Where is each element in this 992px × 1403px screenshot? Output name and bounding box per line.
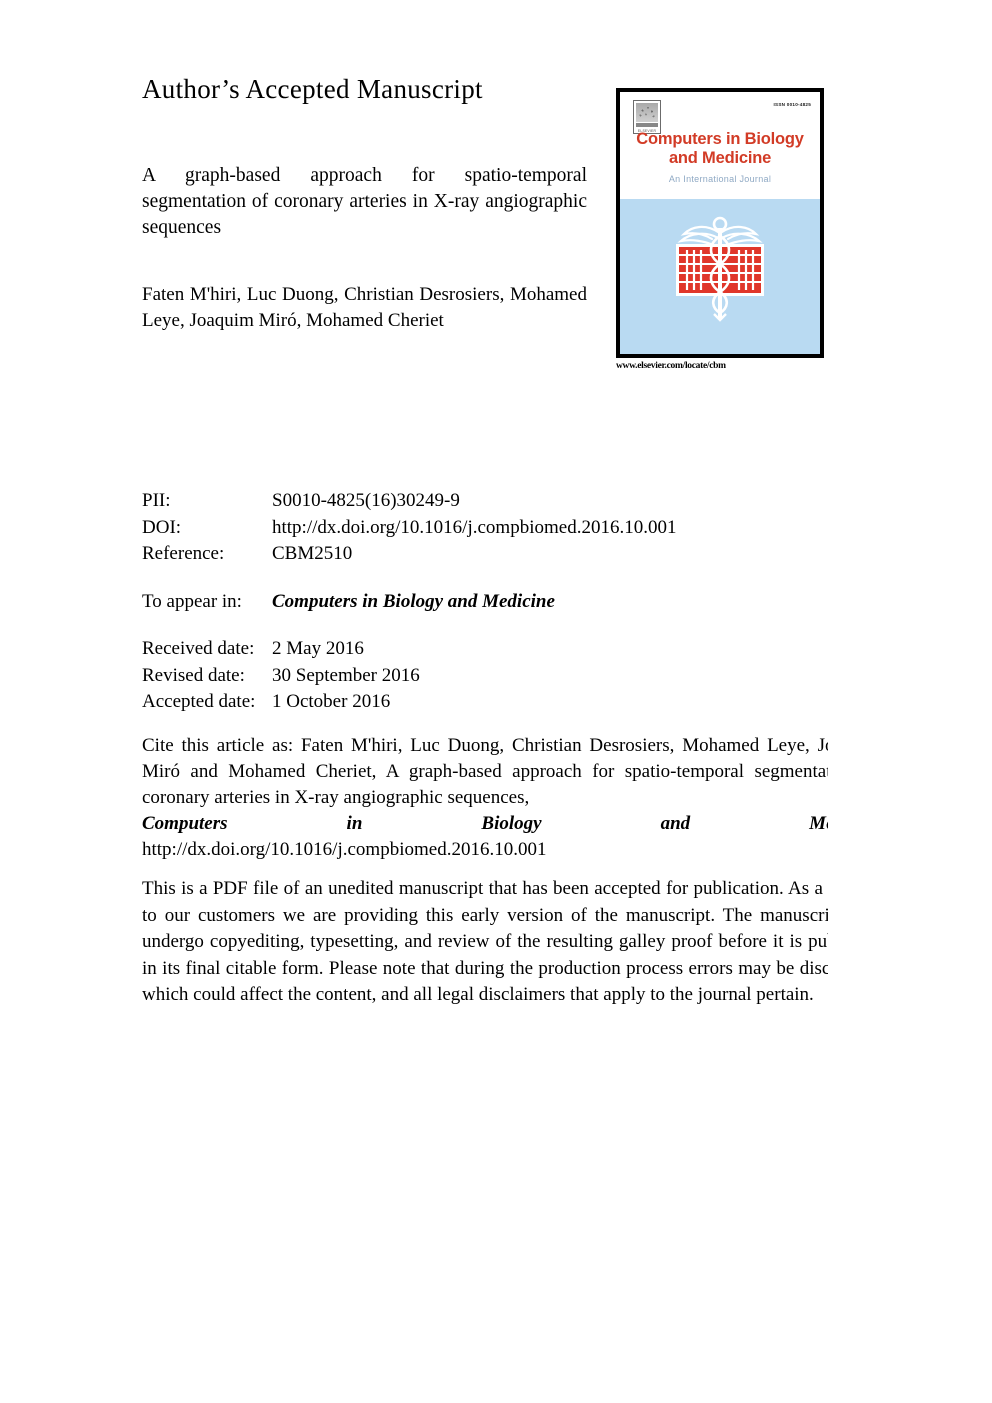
article-title: A graph-based approach for spatio-tempor… bbox=[142, 165, 587, 238]
received-date-value: 2 May 2016 bbox=[272, 638, 364, 659]
reference-label: Reference: bbox=[142, 543, 225, 564]
elsevier-logo-icon: ELSEVIER bbox=[633, 100, 661, 134]
article-authors: Faten M'hiri, Luc Duong, Christian Desro… bbox=[142, 284, 587, 331]
page-title: Author’s Accepted Manuscript bbox=[142, 74, 483, 104]
cover-issn: ISSN 0010-4825 bbox=[773, 102, 811, 107]
revised-date-label: Revised date: bbox=[142, 664, 245, 686]
disclaimer-block: This is a PDF file of an unedited manusc… bbox=[142, 876, 828, 1009]
citation-block: Cite this article as: Faten M'hiri, Luc … bbox=[142, 733, 828, 863]
doi-value[interactable]: http://dx.doi.org/10.1016/j.compbiomed.2… bbox=[272, 515, 676, 542]
caduceus-abacus-icon bbox=[676, 216, 764, 322]
disclaimer-text: This is a PDF file of an unedited manusc… bbox=[142, 878, 828, 1005]
citation-journal: Computers in Biology and Medicine bbox=[142, 813, 828, 834]
citation-doi[interactable]: http://dx.doi.org/10.1016/j.compbiomed.2… bbox=[142, 837, 828, 863]
accepted-date-row: Accepted date: 1 October 2016 bbox=[142, 689, 420, 716]
cover-url: www.elsevier.com/locate/cbm bbox=[616, 361, 726, 371]
received-date-row: Received date: 2 May 2016 bbox=[142, 636, 420, 663]
accepted-date-value: 1 October 2016 bbox=[272, 691, 391, 712]
citation-lead: Cite this article as: Faten M'hiri, Luc … bbox=[142, 735, 828, 808]
to-appear-in-journal: Computers in Biology and Medicine bbox=[272, 591, 555, 612]
manuscript-cover-page: Author’s Accepted Manuscript A graph-bas… bbox=[0, 0, 992, 1403]
revised-date-value: 30 September 2016 bbox=[272, 664, 420, 686]
metadata-row-doi: DOI: http://dx.doi.org/10.1016/j.compbio… bbox=[142, 515, 676, 542]
pii-label: PII: bbox=[142, 490, 171, 511]
cover-journal-title-line1: Computers in Biology bbox=[636, 130, 804, 148]
to-appear-in-row: To appear in: Computers in Biology and M… bbox=[142, 589, 555, 616]
cover-journal-title: Computers in Biology and Medicine bbox=[620, 130, 820, 168]
cover-journal-subtitle: An International Journal bbox=[668, 174, 772, 184]
journal-cover-image: ELSEVIER ISSN 0010-4825 Computers in Bio… bbox=[616, 88, 824, 358]
elsevier-tree-icon bbox=[636, 103, 658, 122]
received-date-label: Received date: bbox=[142, 638, 255, 659]
revised-date-row: Revised date: 30 September 2016 bbox=[142, 663, 420, 690]
journal-cover: ELSEVIER ISSN 0010-4825 Computers in Bio… bbox=[616, 88, 824, 371]
dates-block: Received date: 2 May 2016 Revised date: … bbox=[142, 636, 420, 716]
accepted-date-label: Accepted date: bbox=[142, 691, 256, 712]
metadata-block: PII: S0010-4825(16)30249-9 DOI: http://d… bbox=[142, 488, 676, 568]
metadata-row-reference: Reference: CBM2510 bbox=[142, 541, 676, 568]
metadata-row-pii: PII: S0010-4825(16)30249-9 bbox=[142, 488, 676, 515]
to-appear-in-label: To appear in: bbox=[142, 591, 242, 612]
cover-journal-title-line2: and Medicine bbox=[668, 149, 772, 167]
pii-value: S0010-4825(16)30249-9 bbox=[272, 490, 460, 511]
reference-value: CBM2510 bbox=[272, 543, 353, 564]
elsevier-logo-base bbox=[636, 123, 658, 127]
doi-label: DOI: bbox=[142, 516, 182, 538]
